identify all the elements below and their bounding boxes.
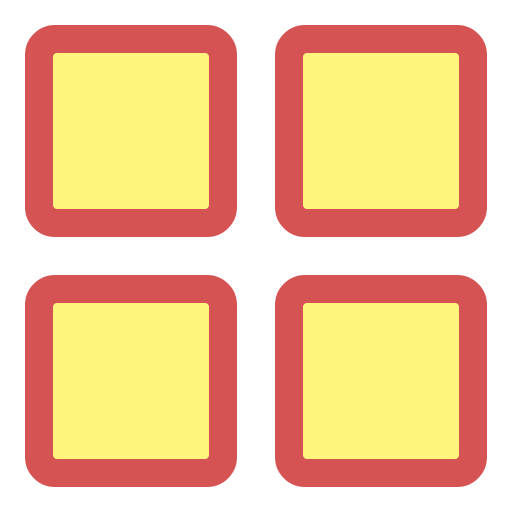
grid-icon [0, 0, 512, 512]
grid-tile-fill [303, 303, 459, 459]
grid-tile-bottom-left [25, 275, 237, 487]
grid-tile-top-left [25, 25, 237, 237]
grid-tile-bottom-right [275, 275, 487, 487]
grid-tile-fill [53, 53, 209, 209]
grid-tile-fill [303, 53, 459, 209]
grid-tile-top-right [275, 25, 487, 237]
grid-tile-fill [53, 303, 209, 459]
